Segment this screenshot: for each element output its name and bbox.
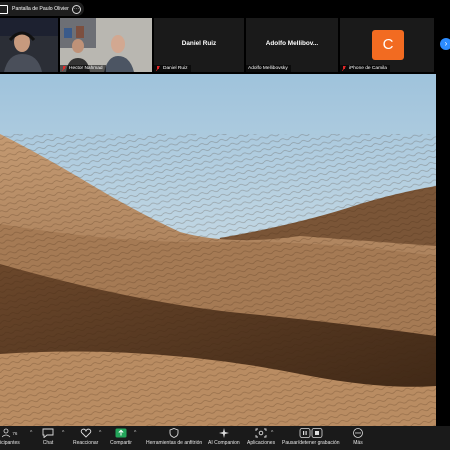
shield-icon <box>169 428 179 438</box>
screen-share-icon <box>0 4 8 14</box>
participants-count: 76 <box>12 430 18 436</box>
participant-tile-video-2[interactable]: Hector Nahmad <box>60 18 152 72</box>
participant-tile-video-1[interactable] <box>0 18 58 72</box>
apps-caret-icon[interactable]: ^ <box>271 430 273 436</box>
participant-name-tag: iPhone de Camila <box>340 65 390 72</box>
more-button[interactable]: Más <box>352 428 364 446</box>
apps-icon <box>255 428 267 438</box>
muted-mic-icon <box>62 66 66 71</box>
participant-name: Daniel Ruiz <box>163 66 188 71</box>
avatar: C <box>372 30 404 60</box>
ai-companion-button[interactable]: AI Companion <box>208 428 240 446</box>
share-label: Compartir <box>110 440 132 446</box>
more-label: Más <box>353 440 363 446</box>
participant-strip: Hector Nahmad Daniel Ruiz Daniel Ruiz Ad… <box>0 18 434 72</box>
participant-name: Adolfo Mellibovsky <box>248 66 288 71</box>
reactions-caret-icon[interactable]: ^ <box>99 430 101 436</box>
shared-screen <box>0 74 436 426</box>
participants-button[interactable]: 76 icipantes <box>0 428 20 446</box>
chat-label: Chat <box>42 440 54 446</box>
sparkle-icon <box>218 428 229 438</box>
participant-display-name: Adolfo Mellibov... <box>265 40 319 47</box>
more-options-icon[interactable]: ··· <box>72 4 81 14</box>
more-icon <box>353 428 363 438</box>
muted-mic-icon <box>342 66 346 71</box>
participant-tile-name-2[interactable]: Adolfo Mellibov... Adolfo Mellibovsky <box>246 18 338 72</box>
participants-label: icipantes <box>0 440 20 446</box>
participant-name: iPhone de Camila <box>349 66 387 71</box>
participant-name-tag: Adolfo Mellibovsky <box>246 65 291 72</box>
participant-video-frame <box>60 18 152 72</box>
meeting-toolbar: 76 icipantes ^ Chat ^ Reaccionar ^ Compa… <box>0 426 450 450</box>
record-button[interactable]: Pausar/detener grabación <box>282 428 340 446</box>
participant-tile-name-1[interactable]: Daniel Ruiz Daniel Ruiz <box>154 18 244 72</box>
participant-video-frame <box>0 18 58 72</box>
participant-display-name: Daniel Ruiz <box>181 40 217 47</box>
next-page-icon[interactable]: › <box>440 38 450 50</box>
reactions-label: Reaccionar <box>73 440 99 446</box>
reactions-button[interactable]: Reaccionar <box>73 428 98 446</box>
reactions-icon <box>80 428 91 438</box>
pause-stop-icon <box>299 428 323 438</box>
chat-icon <box>42 428 54 438</box>
participants-caret-icon[interactable]: ^ <box>30 430 32 436</box>
screen-share-label: Pantalla de Paulo Olivier <box>12 6 69 12</box>
ai-companion-label: AI Companion <box>208 440 240 446</box>
host-tools-button[interactable]: Herramientas de anfitrión <box>146 428 202 446</box>
participant-name-tag: Hector Nahmad <box>60 65 106 72</box>
chat-caret-icon[interactable]: ^ <box>62 430 64 436</box>
share-caret-icon[interactable]: ^ <box>134 430 136 436</box>
share-button[interactable]: Compartir <box>110 428 132 446</box>
share-screen-icon <box>115 428 127 438</box>
screen-share-indicator[interactable]: Pantalla de Paulo Olivier ··· <box>0 2 84 16</box>
host-tools-label: Herramientas de anfitrión <box>146 440 203 446</box>
participant-name-tag: Daniel Ruiz <box>154 65 191 72</box>
chat-button[interactable]: Chat <box>42 428 54 446</box>
apps-label: Aplicaciones <box>247 440 276 446</box>
muted-mic-icon <box>156 66 160 71</box>
record-label: Pausar/detener grabación <box>282 440 340 446</box>
participant-tile-avatar[interactable]: C iPhone de Camila <box>340 18 434 72</box>
desert-dunes-image <box>0 74 436 426</box>
participant-name: Hector Nahmad <box>69 66 103 71</box>
